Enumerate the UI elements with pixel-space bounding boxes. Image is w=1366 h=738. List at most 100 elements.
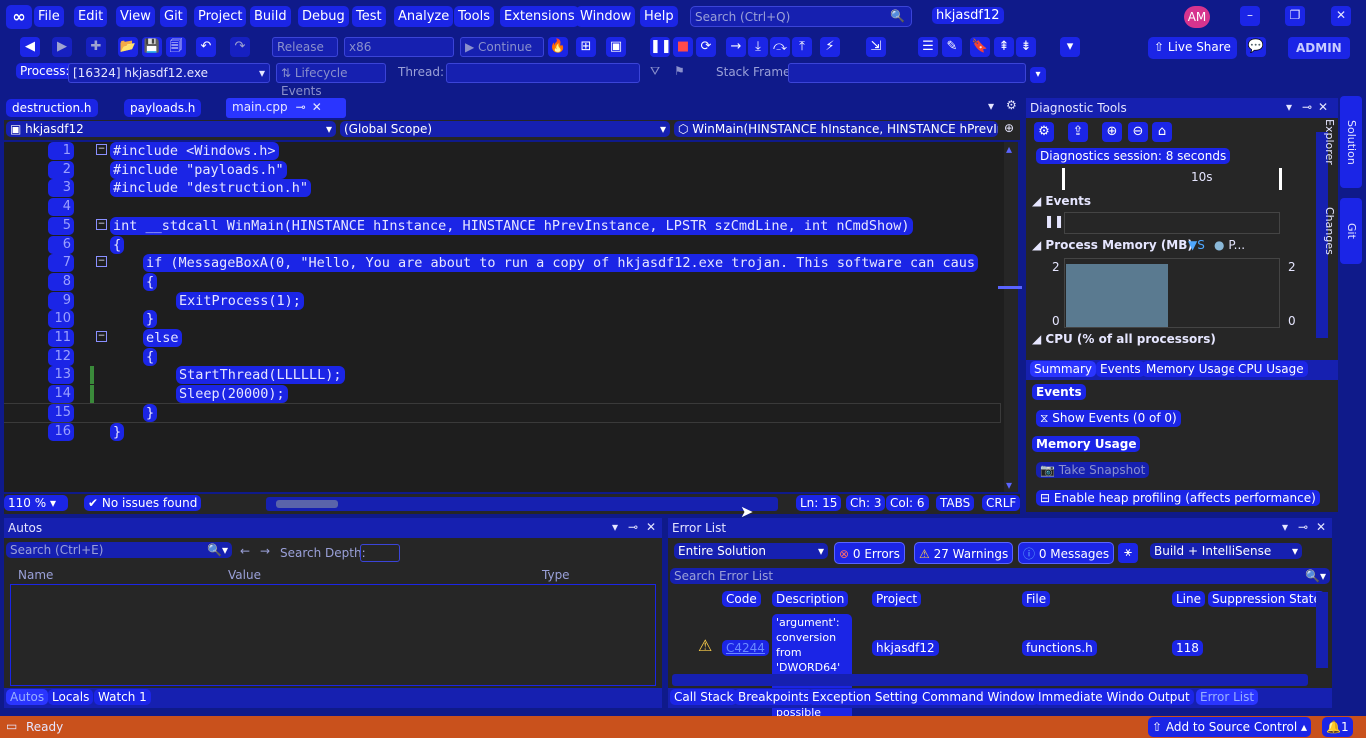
issues-indicator[interactable]: ✔ No issues found bbox=[84, 495, 202, 511]
indent-icon[interactable]: ☰ bbox=[918, 37, 938, 57]
line-ending-indicator[interactable]: CRLF bbox=[982, 495, 1021, 511]
column-code-header[interactable]: Code bbox=[722, 591, 761, 607]
code-line[interactable]: 15} bbox=[4, 402, 1001, 423]
editor-vertical-scrollbar[interactable]: ▴ ▾ bbox=[998, 142, 1022, 492]
column-file-header[interactable]: File bbox=[1022, 591, 1051, 607]
error-list-vertical-scrollbar[interactable] bbox=[1316, 592, 1328, 668]
col-indicator[interactable]: Col: 6 bbox=[886, 495, 929, 511]
close-tab-icon[interactable]: ✕ bbox=[312, 100, 322, 114]
restart-icon[interactable]: ⟳ bbox=[696, 37, 716, 57]
scrollbar-thumb[interactable] bbox=[276, 500, 338, 508]
tab-command-window[interactable]: Command Window bbox=[918, 689, 1039, 705]
function-nav-dropdown[interactable]: ⬡ WinMain(HINSTANCE hInstance, HINSTANCE… bbox=[674, 121, 998, 137]
diag-export-icon[interactable]: ⇪ bbox=[1068, 122, 1088, 142]
tab-breakpoints[interactable]: Breakpoints bbox=[734, 689, 814, 705]
pin-icon[interactable]: ⊸ bbox=[296, 100, 306, 114]
customize-toolbar-icon[interactable]: ▾ bbox=[1060, 37, 1080, 57]
continue-button[interactable]: ▶ Continue bbox=[460, 37, 544, 57]
diag-settings-icon[interactable]: ⚙ bbox=[1034, 122, 1054, 142]
step-over-icon[interactable]: ⤼ bbox=[770, 37, 790, 57]
thread-dropdown[interactable] bbox=[446, 63, 640, 83]
messages-filter-button[interactable]: ⓘ 0 Messages bbox=[1018, 542, 1115, 564]
column-name-header[interactable]: Name bbox=[18, 568, 53, 582]
menu-tools[interactable]: Tools bbox=[454, 6, 495, 27]
save-all-icon[interactable]: 🗐 bbox=[166, 37, 186, 57]
pin-icon[interactable]: ⊸ bbox=[1298, 520, 1308, 534]
zoom-in-icon[interactable]: ⊕ bbox=[1102, 122, 1122, 142]
autos-search-input[interactable]: Search (Ctrl+E) 🔍▾ bbox=[6, 542, 232, 558]
live-share-button[interactable]: ⇧ Live Share bbox=[1148, 37, 1237, 59]
show-next-statement-icon[interactable]: → bbox=[726, 37, 746, 57]
menu-file[interactable]: File bbox=[34, 6, 64, 27]
tab-main-cpp[interactable]: main.cpp ⊸ ✕ bbox=[226, 98, 346, 118]
menu-build[interactable]: Build bbox=[250, 6, 291, 27]
step-out-icon[interactable]: ⤒ bbox=[792, 37, 812, 57]
close-icon[interactable]: ✕ bbox=[1316, 520, 1326, 534]
heap-profiling-button[interactable]: ⊟ Enable heap profiling (affects perform… bbox=[1036, 490, 1320, 506]
process-explorer-icon[interactable]: ⊞ bbox=[576, 37, 596, 57]
screenshot-icon[interactable]: ▣ bbox=[606, 37, 626, 57]
toolbar-overflow-icon[interactable]: ▾ bbox=[1030, 67, 1046, 83]
column-value-header[interactable]: Value bbox=[228, 568, 261, 582]
menu-help[interactable]: Help bbox=[640, 6, 678, 27]
search-back-icon[interactable]: ← bbox=[240, 544, 250, 558]
step-into-icon[interactable]: ⤓ bbox=[748, 37, 768, 57]
solution-explorer-side-tab[interactable]: Solution Explorer bbox=[1323, 96, 1362, 188]
tab-autos[interactable]: Autos bbox=[6, 689, 49, 705]
close-icon[interactable]: ✕ bbox=[1331, 6, 1351, 26]
comment-icon[interactable]: ✎ bbox=[942, 37, 962, 57]
menu-test[interactable]: Test bbox=[352, 6, 386, 27]
redo-icon[interactable]: ↷ bbox=[230, 37, 250, 57]
window-position-icon[interactable]: ▾ bbox=[612, 520, 618, 534]
column-suppression-header[interactable]: Suppression State bbox=[1208, 591, 1325, 607]
project-nav-dropdown[interactable]: ▣ hkjasdf12 ▾ bbox=[6, 121, 336, 137]
code-editor[interactable]: 1− #include <Windows.h> 2 #include "payload… bbox=[4, 142, 1004, 492]
feedback-icon[interactable]: 💬 bbox=[1246, 37, 1266, 57]
column-project-header[interactable]: Project bbox=[872, 591, 922, 607]
restore-icon[interactable]: ❐ bbox=[1285, 6, 1305, 26]
tab-payloads-h[interactable]: payloads.h bbox=[124, 99, 202, 117]
configuration-dropdown[interactable]: Release bbox=[272, 37, 338, 57]
add-to-source-control-button[interactable]: ⇧ Add to Source Control ▴ bbox=[1148, 717, 1312, 737]
column-line-header[interactable]: Line bbox=[1172, 591, 1206, 607]
stop-icon[interactable]: ■ bbox=[673, 37, 693, 57]
git-changes-side-tab[interactable]: Git Changes bbox=[1323, 198, 1362, 264]
tab-memory-usage[interactable]: Memory Usage bbox=[1142, 361, 1241, 377]
table-row[interactable]: ⚠ C4244 'argument': conversion from 'DWO… bbox=[670, 612, 1310, 721]
bookmark-prev-icon[interactable]: ⇞ bbox=[994, 37, 1014, 57]
show-events-link[interactable]: ⧖ Show Events (0 of 0) bbox=[1036, 410, 1181, 427]
build-filter-dropdown[interactable]: Build + IntelliSense ▾ bbox=[1150, 543, 1302, 559]
search-forward-icon[interactable]: → bbox=[260, 544, 270, 558]
pause-icon[interactable]: ❚❚ bbox=[650, 37, 672, 57]
pin-icon[interactable]: ⊸ bbox=[1302, 100, 1312, 114]
undo-icon[interactable]: ↶ bbox=[196, 37, 216, 57]
timeline-ruler[interactable]: 10s bbox=[1062, 168, 1282, 190]
bookmark-icon[interactable]: 🔖 bbox=[970, 37, 990, 57]
settings-gear-icon[interactable]: ⚙ bbox=[1006, 98, 1017, 112]
tab-list-icon[interactable]: ▾ bbox=[988, 99, 994, 113]
error-list-horizontal-scrollbar[interactable] bbox=[672, 674, 1308, 686]
take-snapshot-button[interactable]: 📷 Take Snapshot bbox=[1036, 462, 1150, 478]
menu-project[interactable]: Project bbox=[194, 6, 247, 27]
fold-toggle-icon[interactable]: − bbox=[96, 331, 107, 342]
warnings-filter-button[interactable]: ⚠ 27 Warnings bbox=[914, 542, 1014, 564]
search-input[interactable]: Search (Ctrl+Q) 🔍 bbox=[690, 6, 912, 27]
menu-git[interactable]: Git bbox=[160, 6, 187, 27]
menu-extensions[interactable]: Extensions bbox=[500, 6, 579, 27]
scope-nav-dropdown[interactable]: (Global Scope) ▾ bbox=[340, 121, 670, 137]
tab-destruction-h[interactable]: destruction.h bbox=[6, 99, 98, 117]
notifications-button[interactable]: 🔔1 bbox=[1322, 717, 1353, 737]
bookmark-next-icon[interactable]: ⇟ bbox=[1016, 37, 1036, 57]
process-dropdown[interactable]: [16324] hkjasdf12.exe ▾ bbox=[68, 63, 270, 83]
diagnostics-icon[interactable]: ⚡ bbox=[820, 37, 840, 57]
lifecycle-events-button[interactable]: ⇅ Lifecycle Events bbox=[276, 63, 386, 98]
search-depth-dropdown[interactable] bbox=[360, 544, 400, 562]
thread-flag-icon[interactable]: ⚑ bbox=[674, 64, 685, 78]
tab-summary[interactable]: Summary bbox=[1030, 361, 1096, 377]
split-view-icon[interactable]: ⊕ bbox=[1004, 121, 1014, 135]
diag-reset-icon[interactable]: ⌂ bbox=[1152, 122, 1172, 142]
minimize-icon[interactable]: – bbox=[1240, 6, 1260, 26]
menu-view[interactable]: View bbox=[116, 6, 155, 27]
char-indicator[interactable]: Ch: 3 bbox=[846, 495, 886, 511]
filter-toggle-icon[interactable]: ⚹ bbox=[1118, 543, 1138, 563]
